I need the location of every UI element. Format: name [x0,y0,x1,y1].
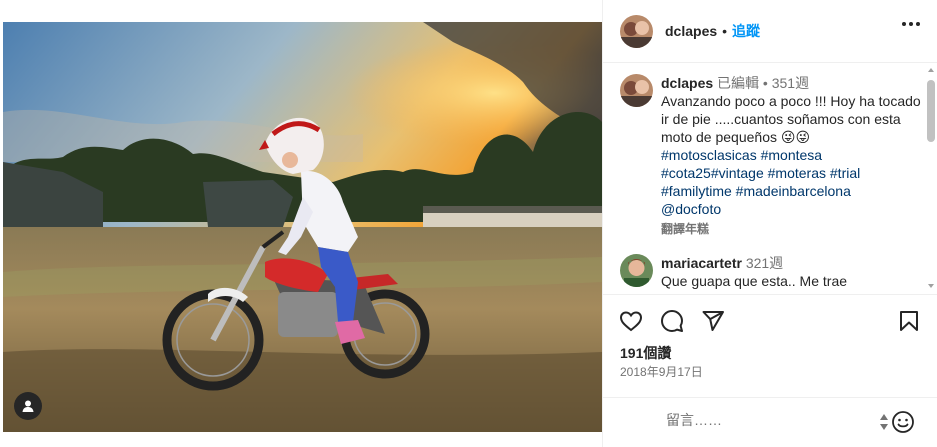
follow-button[interactable]: 追蹤 [732,21,760,41]
post-side-panel: dclapes • 追蹤 dclapes 已編輯 • 351週 Avanzand… [602,0,937,447]
action-icons [619,309,725,333]
heart-icon[interactable] [619,309,643,333]
bookmark-icon[interactable] [897,309,921,333]
scroll-up-icon[interactable] [928,68,934,72]
comments-list[interactable]: dclapes 已編輯 • 351週 Avanzando poco a poco… [603,64,937,294]
caption-time[interactable]: 351週 [772,75,809,91]
separator-dot: • [722,23,728,39]
caption-text: Avanzando poco a poco !!! Hoy ha tocado … [661,93,921,145]
comments-scrollbar[interactable] [927,68,935,288]
avatar[interactable] [620,254,653,287]
post-actions: 191個讚 2018年9月17日 [603,294,937,404]
scroll-thumb[interactable] [927,80,935,142]
sort-arrows-icon [880,414,888,430]
comment-input[interactable] [666,412,886,428]
comment-text: Que guapa que esta.. Me trae [661,273,848,289]
send-icon[interactable] [701,309,725,333]
post-media [0,0,602,447]
caption-edited: 已編輯 [717,75,760,91]
caption-username[interactable]: dclapes [661,75,713,91]
comment-icon[interactable] [660,309,684,333]
caption-mention[interactable]: @docfoto [661,200,921,218]
avatar[interactable] [620,14,653,48]
translate-button[interactable]: 翻譯年糕 [661,220,921,238]
post-photo[interactable] [3,22,602,432]
user-icon[interactable] [14,392,42,420]
header-username[interactable]: dclapes [665,23,717,39]
scroll-down-icon[interactable] [928,284,934,288]
more-options-icon[interactable] [902,22,920,26]
post-dialog: dclapes • 追蹤 dclapes 已編輯 • 351週 Avanzand… [0,0,937,447]
caption-body: dclapes 已編輯 • 351週 Avanzando poco a poco… [661,74,921,238]
emoji-icon[interactable] [891,410,915,434]
comment-body: mariacartetr 321週 Que guapa que esta.. M… [661,254,921,290]
post-date[interactable]: 2018年9月17日 [620,363,703,380]
list-item: mariacartetr 321週 Que guapa que esta.. M… [620,254,921,290]
separator-dot: • [762,75,768,91]
avatar[interactable] [620,74,653,107]
add-comment-bar [603,397,937,447]
comment-username[interactable]: mariacartetr [661,255,742,271]
caption-hashtags[interactable]: #motosclasicas #montesa #cota25#vintage … [661,146,921,200]
post-header: dclapes • 追蹤 [603,0,937,63]
caption-comment: dclapes 已編輯 • 351週 Avanzando poco a poco… [620,74,921,238]
likes-count[interactable]: 191個讚 [620,343,671,363]
comment-time[interactable]: 321週 [746,255,783,271]
